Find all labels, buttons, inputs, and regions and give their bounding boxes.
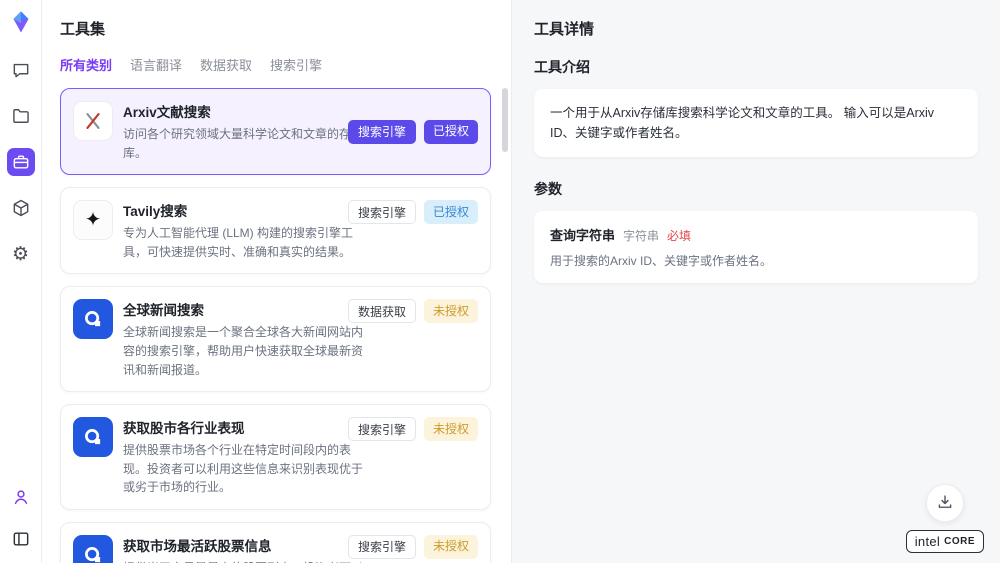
- intel-core-logo: intel CORE: [906, 530, 984, 553]
- arxiv-icon: [73, 101, 113, 141]
- intel-brand-text: intel: [915, 534, 940, 549]
- tool-card[interactable]: 获取股市各行业表现 提供股票市场各个行业在特定时间段内的表现。投资者可以利用这些…: [60, 404, 491, 510]
- intro-card: 一个用于从Arxiv存储库搜索科学论文和文章的工具。 输入可以是Arxiv ID…: [534, 89, 978, 157]
- tool-description: 访问各个研究领域大量科学论文和文章的存储库。: [123, 125, 371, 162]
- sidebar-item-files[interactable]: [7, 102, 35, 130]
- app-root: ⚙ 工具: [0, 0, 1000, 563]
- tool-name: Arxiv文献搜索: [123, 101, 371, 121]
- tool-list: Arxiv文献搜索 访问各个研究领域大量科学论文和文章的存储库。 搜索引擎 已授…: [60, 88, 491, 563]
- gear-icon: ⚙: [12, 245, 29, 264]
- tool-body: 获取市场最活跃股票信息 提供当天交易量最高的股票列表，投资者可以利用这些信息来识…: [123, 535, 371, 563]
- tool-name: 全球新闻搜索: [123, 299, 371, 319]
- tool-badges: 搜索引擎 已授权: [348, 120, 478, 144]
- sidebar-collapse[interactable]: [7, 525, 35, 553]
- app-logo-icon: [9, 10, 33, 34]
- sidebar-item-settings[interactable]: ⚙: [7, 240, 35, 268]
- tab-all-categories[interactable]: 所有类别: [60, 55, 112, 74]
- tool-card[interactable]: 获取市场最活跃股票信息 提供当天交易量最高的股票列表，投资者可以利用这些信息来识…: [60, 522, 491, 563]
- tool-badges: 数据获取 未授权: [348, 299, 478, 323]
- tab-translation[interactable]: 语言翻译: [130, 55, 182, 74]
- tool-badges: 搜索引擎 已授权: [348, 200, 478, 224]
- page-title: 工具集: [60, 18, 491, 39]
- sidebar-item-chat[interactable]: [7, 56, 35, 84]
- user-icon: [11, 487, 31, 507]
- sidebar-item-tools[interactable]: [7, 148, 35, 176]
- tool-card[interactable]: Arxiv文献搜索 访问各个研究领域大量科学论文和文章的存储库。 搜索引擎 已授…: [60, 88, 491, 175]
- folder-icon: [11, 106, 31, 126]
- sidebar-nav: ⚙: [7, 56, 35, 268]
- param-header: 查询字符串 字符串 必填: [550, 225, 962, 244]
- bluelogo-icon: [73, 417, 113, 457]
- core-brand-text: CORE: [944, 536, 975, 547]
- auth-status-badge: 已授权: [424, 200, 478, 224]
- sidebar-item-plugins[interactable]: [7, 194, 35, 222]
- briefcase-icon: [11, 152, 31, 172]
- download-icon: [936, 493, 954, 514]
- tool-list-panel: 工具集 所有类别 语言翻译 数据获取 搜索引擎 Arxiv文献搜索 访问各个研究…: [42, 0, 512, 563]
- tool-description: 全球新闻搜索是一个聚合全球各大新闻网站内容的搜索引擎，帮助用户快速获取全球最新资…: [123, 323, 371, 379]
- param-description: 用于搜索的Arxiv ID、关键字或作者姓名。: [550, 252, 962, 269]
- tool-body: Tavily搜索 专为人工智能代理 (LLM) 构建的搜索引擎工具，可快速提供实…: [123, 200, 371, 261]
- tool-badges: 搜索引擎 未授权: [348, 535, 478, 559]
- category-badge: 搜索引擎: [348, 120, 416, 144]
- floating-actions: intel CORE: [906, 484, 984, 553]
- tool-name: Tavily搜索: [123, 200, 371, 220]
- tool-body: 获取股市各行业表现 提供股票市场各个行业在特定时间段内的表现。投资者可以利用这些…: [123, 417, 371, 497]
- cube-icon: [11, 198, 31, 218]
- tool-body: 全球新闻搜索 全球新闻搜索是一个聚合全球各大新闻网站内容的搜索引擎，帮助用户快速…: [123, 299, 371, 379]
- category-badge: 搜索引擎: [348, 535, 416, 559]
- tool-name: 获取股市各行业表现: [123, 417, 371, 437]
- scrollbar-thumb[interactable]: [502, 88, 508, 152]
- category-tabs: 所有类别 语言翻译 数据获取 搜索引擎: [60, 55, 491, 74]
- tool-body: Arxiv文献搜索 访问各个研究领域大量科学论文和文章的存储库。: [123, 101, 371, 162]
- tool-detail-panel: 工具详情 工具介绍 一个用于从Arxiv存储库搜索科学论文和文章的工具。 输入可…: [512, 0, 1000, 563]
- category-badge: 搜索引擎: [348, 417, 416, 441]
- params-section-title: 参数: [534, 179, 978, 199]
- category-badge: 搜索引擎: [348, 200, 416, 224]
- tool-description: 提供当天交易量最高的股票列表，投资者可以利用这些信息来识别流动性强的股票和潜在的…: [123, 559, 371, 563]
- intro-section-title: 工具介绍: [534, 57, 978, 77]
- param-name: 查询字符串: [550, 225, 615, 244]
- sidebar: ⚙: [0, 0, 42, 563]
- sidebar-bottom: [7, 483, 35, 553]
- tavily-icon: ✦: [73, 200, 113, 240]
- tool-card[interactable]: 全球新闻搜索 全球新闻搜索是一个聚合全球各大新闻网站内容的搜索引擎，帮助用户快速…: [60, 286, 491, 392]
- detail-title: 工具详情: [534, 18, 978, 39]
- auth-status-badge: 已授权: [424, 120, 478, 144]
- auth-status-badge: 未授权: [424, 417, 478, 441]
- tab-search-engine[interactable]: 搜索引擎: [270, 55, 322, 74]
- auth-status-badge: 未授权: [424, 299, 478, 323]
- param-required-flag: 必填: [667, 227, 691, 244]
- tool-card[interactable]: ✦ Tavily搜索 专为人工智能代理 (LLM) 构建的搜索引擎工具，可快速提…: [60, 187, 491, 274]
- tab-data-fetch[interactable]: 数据获取: [200, 55, 252, 74]
- panel-icon: [11, 529, 31, 549]
- tool-description: 提供股票市场各个行业在特定时间段内的表现。投资者可以利用这些信息来识别表现优于或…: [123, 441, 371, 497]
- category-badge: 数据获取: [348, 299, 416, 323]
- param-type: 字符串: [623, 227, 659, 244]
- tool-description: 专为人工智能代理 (LLM) 构建的搜索引擎工具，可快速提供实时、准确和真实的结…: [123, 224, 371, 261]
- bluelogo-icon: [73, 535, 113, 563]
- sidebar-item-user[interactable]: [7, 483, 35, 511]
- auth-status-badge: 未授权: [424, 535, 478, 559]
- bluelogo-icon: [73, 299, 113, 339]
- download-button[interactable]: [926, 484, 964, 522]
- param-card: 查询字符串 字符串 必填 用于搜索的Arxiv ID、关键字或作者姓名。: [534, 211, 978, 283]
- scrollbar[interactable]: [502, 88, 508, 548]
- tool-name: 获取市场最活跃股票信息: [123, 535, 371, 555]
- chat-icon: [11, 60, 31, 80]
- intro-text: 一个用于从Arxiv存储库搜索科学论文和文章的工具。 输入可以是Arxiv ID…: [550, 103, 962, 143]
- tool-badges: 搜索引擎 未授权: [348, 417, 478, 441]
